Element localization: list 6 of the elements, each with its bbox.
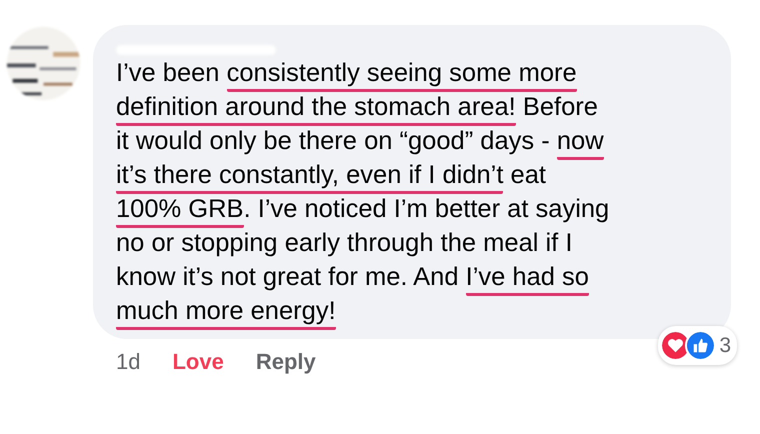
love-link[interactable]: Love xyxy=(172,349,224,375)
reactions-badge[interactable]: 3 xyxy=(658,326,737,365)
reaction-count: 3 xyxy=(719,334,731,358)
timestamp[interactable]: 1d xyxy=(116,349,140,375)
thumbs-up-icon xyxy=(685,330,716,361)
reply-link[interactable]: Reply xyxy=(256,349,316,375)
